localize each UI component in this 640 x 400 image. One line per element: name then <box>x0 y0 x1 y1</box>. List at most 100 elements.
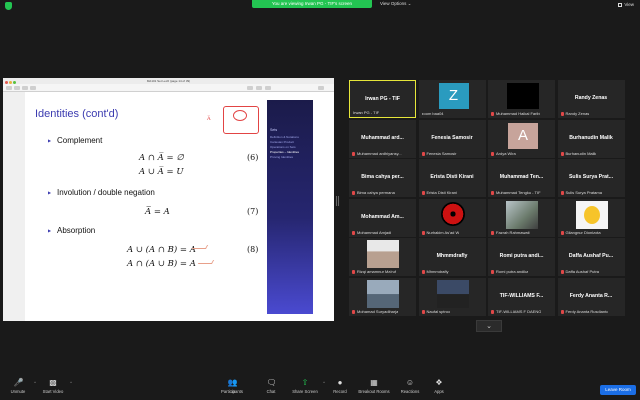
participant-name-text: Rizqi amamnur Ma'ruf <box>357 269 396 274</box>
breakout-rooms-button[interactable]: ▦ Breakout Rooms <box>356 379 392 395</box>
start-video-button[interactable]: ▩ Start Video ^ <box>40 378 72 395</box>
record-button[interactable]: ● Record <box>330 379 350 395</box>
equation-number-8: (8) <box>247 245 259 254</box>
split-view-handle[interactable] <box>336 196 339 206</box>
participant-name-text: Gilangnur Dionizota <box>565 229 601 235</box>
participant-display-name: Bima cahya per... <box>361 174 404 180</box>
participant-tile[interactable]: Fazrah Rahmawati <box>488 198 555 237</box>
participant-display-name: Muhammad ard... <box>361 134 404 141</box>
video-feed <box>507 83 539 109</box>
participant-tile[interactable]: Bima cahya per... Bima cahya permana <box>349 159 416 197</box>
participant-tile[interactable]: TIF-WILLIAMS F... TIF-WILLIAMS F DAENG <box>488 277 555 316</box>
markup-icon[interactable] <box>247 86 253 90</box>
search-icon[interactable] <box>318 86 324 90</box>
participant-tile[interactable]: Naufal sptroo <box>418 277 486 316</box>
participant-name-text: Mohammad Amjadi <box>357 229 392 235</box>
zoom-in-icon[interactable] <box>22 86 28 90</box>
participant-tile[interactable]: Muhammad Haikal Faribi <box>488 80 555 118</box>
share-screen-button[interactable]: ⇧ Share Screen ^ <box>291 379 325 395</box>
participant-tile[interactable]: Rizqi amamnur Ma'ruf <box>349 238 416 276</box>
participant-name-text: Nurhakim As'ad W <box>426 229 460 235</box>
participant-name-label: Muhammad Tengku - TIF <box>491 190 541 195</box>
participant-tile[interactable]: Daffa Aushaf Pu... Daffa Aushaf Putra <box>557 238 625 276</box>
caret-up-icon[interactable]: ^ <box>34 380 36 385</box>
people-icon: 👥33 <box>227 378 238 395</box>
involution-heading: Involution / double negation <box>48 188 155 197</box>
chevron-down-icon[interactable]: ⌄ <box>476 320 502 332</box>
participant-tile[interactable]: Ferdy Ananta R... Ferdy Ananta Rusdianto <box>557 277 625 316</box>
participant-display-name: Irwan PG - TIF <box>365 96 400 102</box>
participant-tile[interactable]: Muhammad Ten... Muhammad Tengku - TIF <box>488 159 555 197</box>
participant-tile[interactable]: Randy Zenas Randy Zenas <box>557 80 625 118</box>
participant-name-label: Rizqi amamnur Ma'ruf <box>352 269 396 274</box>
zoom-out-icon[interactable] <box>14 86 20 90</box>
participants-button[interactable]: 👥33 Participants <box>218 378 246 395</box>
shield-icon[interactable] <box>5 2 12 10</box>
profile-picture <box>506 200 538 229</box>
mic-muted-icon <box>491 112 494 116</box>
participant-name-label: Bima cahya permana <box>352 190 395 195</box>
caret-up-icon[interactable]: ^ <box>70 380 72 385</box>
participant-tile[interactable]: Zzoom baa04 <box>418 80 486 118</box>
view-options-button[interactable]: View Options ⌄ <box>380 0 411 8</box>
participant-tile[interactable]: Romi putra andi... Romi putra andika <box>488 238 555 276</box>
participant-tile[interactable]: Sulis Surya Prat... Sulis Surya Pratama <box>557 159 625 197</box>
pdf-thumbnail-sidebar[interactable] <box>3 92 25 321</box>
participant-name-text: Muhammad Tengku - TIF <box>496 190 541 195</box>
nav-item: Definition & Notations <box>270 135 299 139</box>
complement-equation-1: A ∩ A̅ = ∅ <box>139 153 184 163</box>
unmute-label: Unmute <box>10 389 26 394</box>
pdf-window-title: MA101 Set Lec6 (page 14 of 39) <box>146 79 191 83</box>
participant-tile[interactable]: Muhammad ard... Muhammad ardhiyansy... <box>349 119 416 158</box>
nav-item: Sets <box>270 128 278 132</box>
annotation-check-mark <box>191 245 209 249</box>
mic-muted-icon <box>421 151 425 156</box>
participant-tile[interactable]: A Ardya Wira <box>488 119 555 158</box>
participant-name-label: TIF-WILLIAMS F DAENG <box>491 309 541 314</box>
participants-label: Participants <box>221 389 243 394</box>
slide-page: Identities (cont'd) A̅ Complement A ∩ A̅… <box>27 100 313 314</box>
participant-tile[interactable]: Mhmmdrafly Mhmmdrafly <box>418 238 486 276</box>
view-button[interactable]: View <box>618 0 634 10</box>
participant-tile[interactable]: Burhanudin Malik Burhanudin Malik <box>557 119 625 158</box>
mic-muted-icon <box>560 191 564 195</box>
profile-picture <box>436 279 469 308</box>
profile-picture <box>440 201 465 226</box>
avatar: Z <box>438 83 469 109</box>
annotation-check-mark <box>197 260 215 264</box>
reactions-button[interactable]: ☺ Reactions <box>398 378 422 395</box>
participant-display-name: Muhammad Ten... <box>499 174 544 180</box>
start-video-label: Start Video <box>42 389 64 394</box>
mic-muted-icon <box>352 309 355 314</box>
participant-name-label: Randy Zenas <box>560 111 589 116</box>
sidebar-toggle-icon[interactable] <box>6 86 12 90</box>
participant-tile[interactable]: Mohamad Suryadiharja <box>349 277 416 316</box>
participant-tile[interactable]: Gilangnur Dionizota <box>557 198 625 237</box>
complement-heading: Complement <box>48 136 102 145</box>
leave-room-button[interactable]: Leave Room <box>600 385 636 395</box>
participant-tile[interactable]: Fenesia Samosir Fenesia Samosir <box>418 119 486 158</box>
annotation-text: A̅ <box>207 116 211 122</box>
mic-muted-icon <box>560 270 564 274</box>
participant-name-label: Mohamad Suryadiharja <box>352 309 398 314</box>
apps-button[interactable]: ❖ Apps <box>430 379 448 395</box>
caret-up-icon[interactable]: ^ <box>323 380 325 385</box>
chat-button[interactable]: 🗨 Chat <box>262 379 280 395</box>
participant-tile[interactable]: Nurhakim As'ad W <box>418 198 486 237</box>
unmute-button[interactable]: 🎤 Unmute ^ <box>6 379 36 395</box>
participant-name-label: Gilangnur Dionizota <box>560 229 601 235</box>
shared-screen[interactable]: MA101 Set Lec6 (page 14 of 39) Identitie… <box>3 78 334 321</box>
video-off-icon: ▩ <box>49 378 57 387</box>
participant-name-text: Bima cahya permana <box>357 190 395 195</box>
participant-tile[interactable]: Irwan PG - TIF Irwan PG - TIF <box>349 80 416 118</box>
avatar: A <box>508 122 538 149</box>
rotate-icon[interactable] <box>265 86 271 90</box>
pen-icon[interactable] <box>256 86 262 90</box>
smile-icon: ☺ <box>405 378 415 387</box>
nav-item-current: Properties – Identities <box>270 150 300 154</box>
share-screen-label: Share Screen <box>292 389 318 394</box>
participant-tile[interactable]: Mohammad Am... Mohammad Amjadi <box>349 198 416 237</box>
mic-muted-icon <box>352 151 355 156</box>
participant-tile[interactable]: Erista Disti Kirani Erista Disti Kirani <box>418 159 486 197</box>
share-icon[interactable] <box>30 86 36 90</box>
